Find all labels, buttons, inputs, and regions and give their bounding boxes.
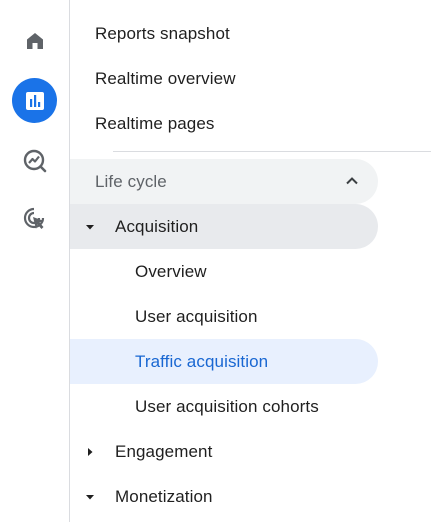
nav-item-user-acquisition-cohorts[interactable]: User acquisition cohorts: [70, 384, 378, 429]
nav-item-label: Realtime pages: [95, 113, 215, 133]
nav-group-engagement[interactable]: Engagement: [70, 429, 378, 474]
reports-icon: [24, 90, 46, 112]
explore-button[interactable]: [12, 138, 57, 183]
nav-item-realtime-overview[interactable]: Realtime overview: [70, 56, 370, 101]
reports-button[interactable]: [12, 78, 57, 123]
caret-down-icon: [84, 491, 96, 503]
home-icon: [23, 29, 47, 53]
nav-item-label: Reports snapshot: [95, 23, 230, 43]
nav-item-traffic-acquisition[interactable]: Traffic acquisition: [70, 339, 378, 384]
nav-item-label: User acquisition cohorts: [135, 396, 319, 416]
nav-group-acquisition[interactable]: Acquisition: [70, 204, 378, 249]
nav-item-overview[interactable]: Overview: [70, 249, 378, 294]
group-label: Acquisition: [115, 216, 199, 236]
nav-item-label: Realtime overview: [95, 68, 236, 88]
group-label: Engagement: [115, 441, 213, 461]
group-label: Monetization: [115, 486, 213, 506]
chevron-up-icon[interactable]: [344, 173, 360, 194]
nav-divider: [113, 151, 431, 152]
home-button[interactable]: [12, 18, 57, 63]
advertising-button[interactable]: [12, 196, 57, 241]
nav-item-realtime-pages[interactable]: Realtime pages: [70, 101, 370, 146]
nav-item-label: User acquisition: [135, 306, 258, 326]
advertising-icon: [22, 206, 48, 232]
nav-item-label: Traffic acquisition: [135, 351, 269, 371]
left-icon-rail: [0, 0, 70, 522]
nav-item-label: Overview: [135, 261, 207, 281]
section-life-cycle[interactable]: Life cycle: [70, 159, 378, 204]
caret-right-icon: [84, 446, 96, 458]
reports-navigation: Reports snapshot Realtime overview Realt…: [70, 0, 437, 522]
section-label: Life cycle: [95, 171, 167, 191]
explore-icon: [22, 148, 48, 174]
nav-group-monetization[interactable]: Monetization: [70, 474, 378, 519]
nav-item-user-acquisition[interactable]: User acquisition: [70, 294, 378, 339]
caret-down-icon: [84, 221, 96, 233]
nav-item-reports-snapshot[interactable]: Reports snapshot: [70, 11, 370, 56]
